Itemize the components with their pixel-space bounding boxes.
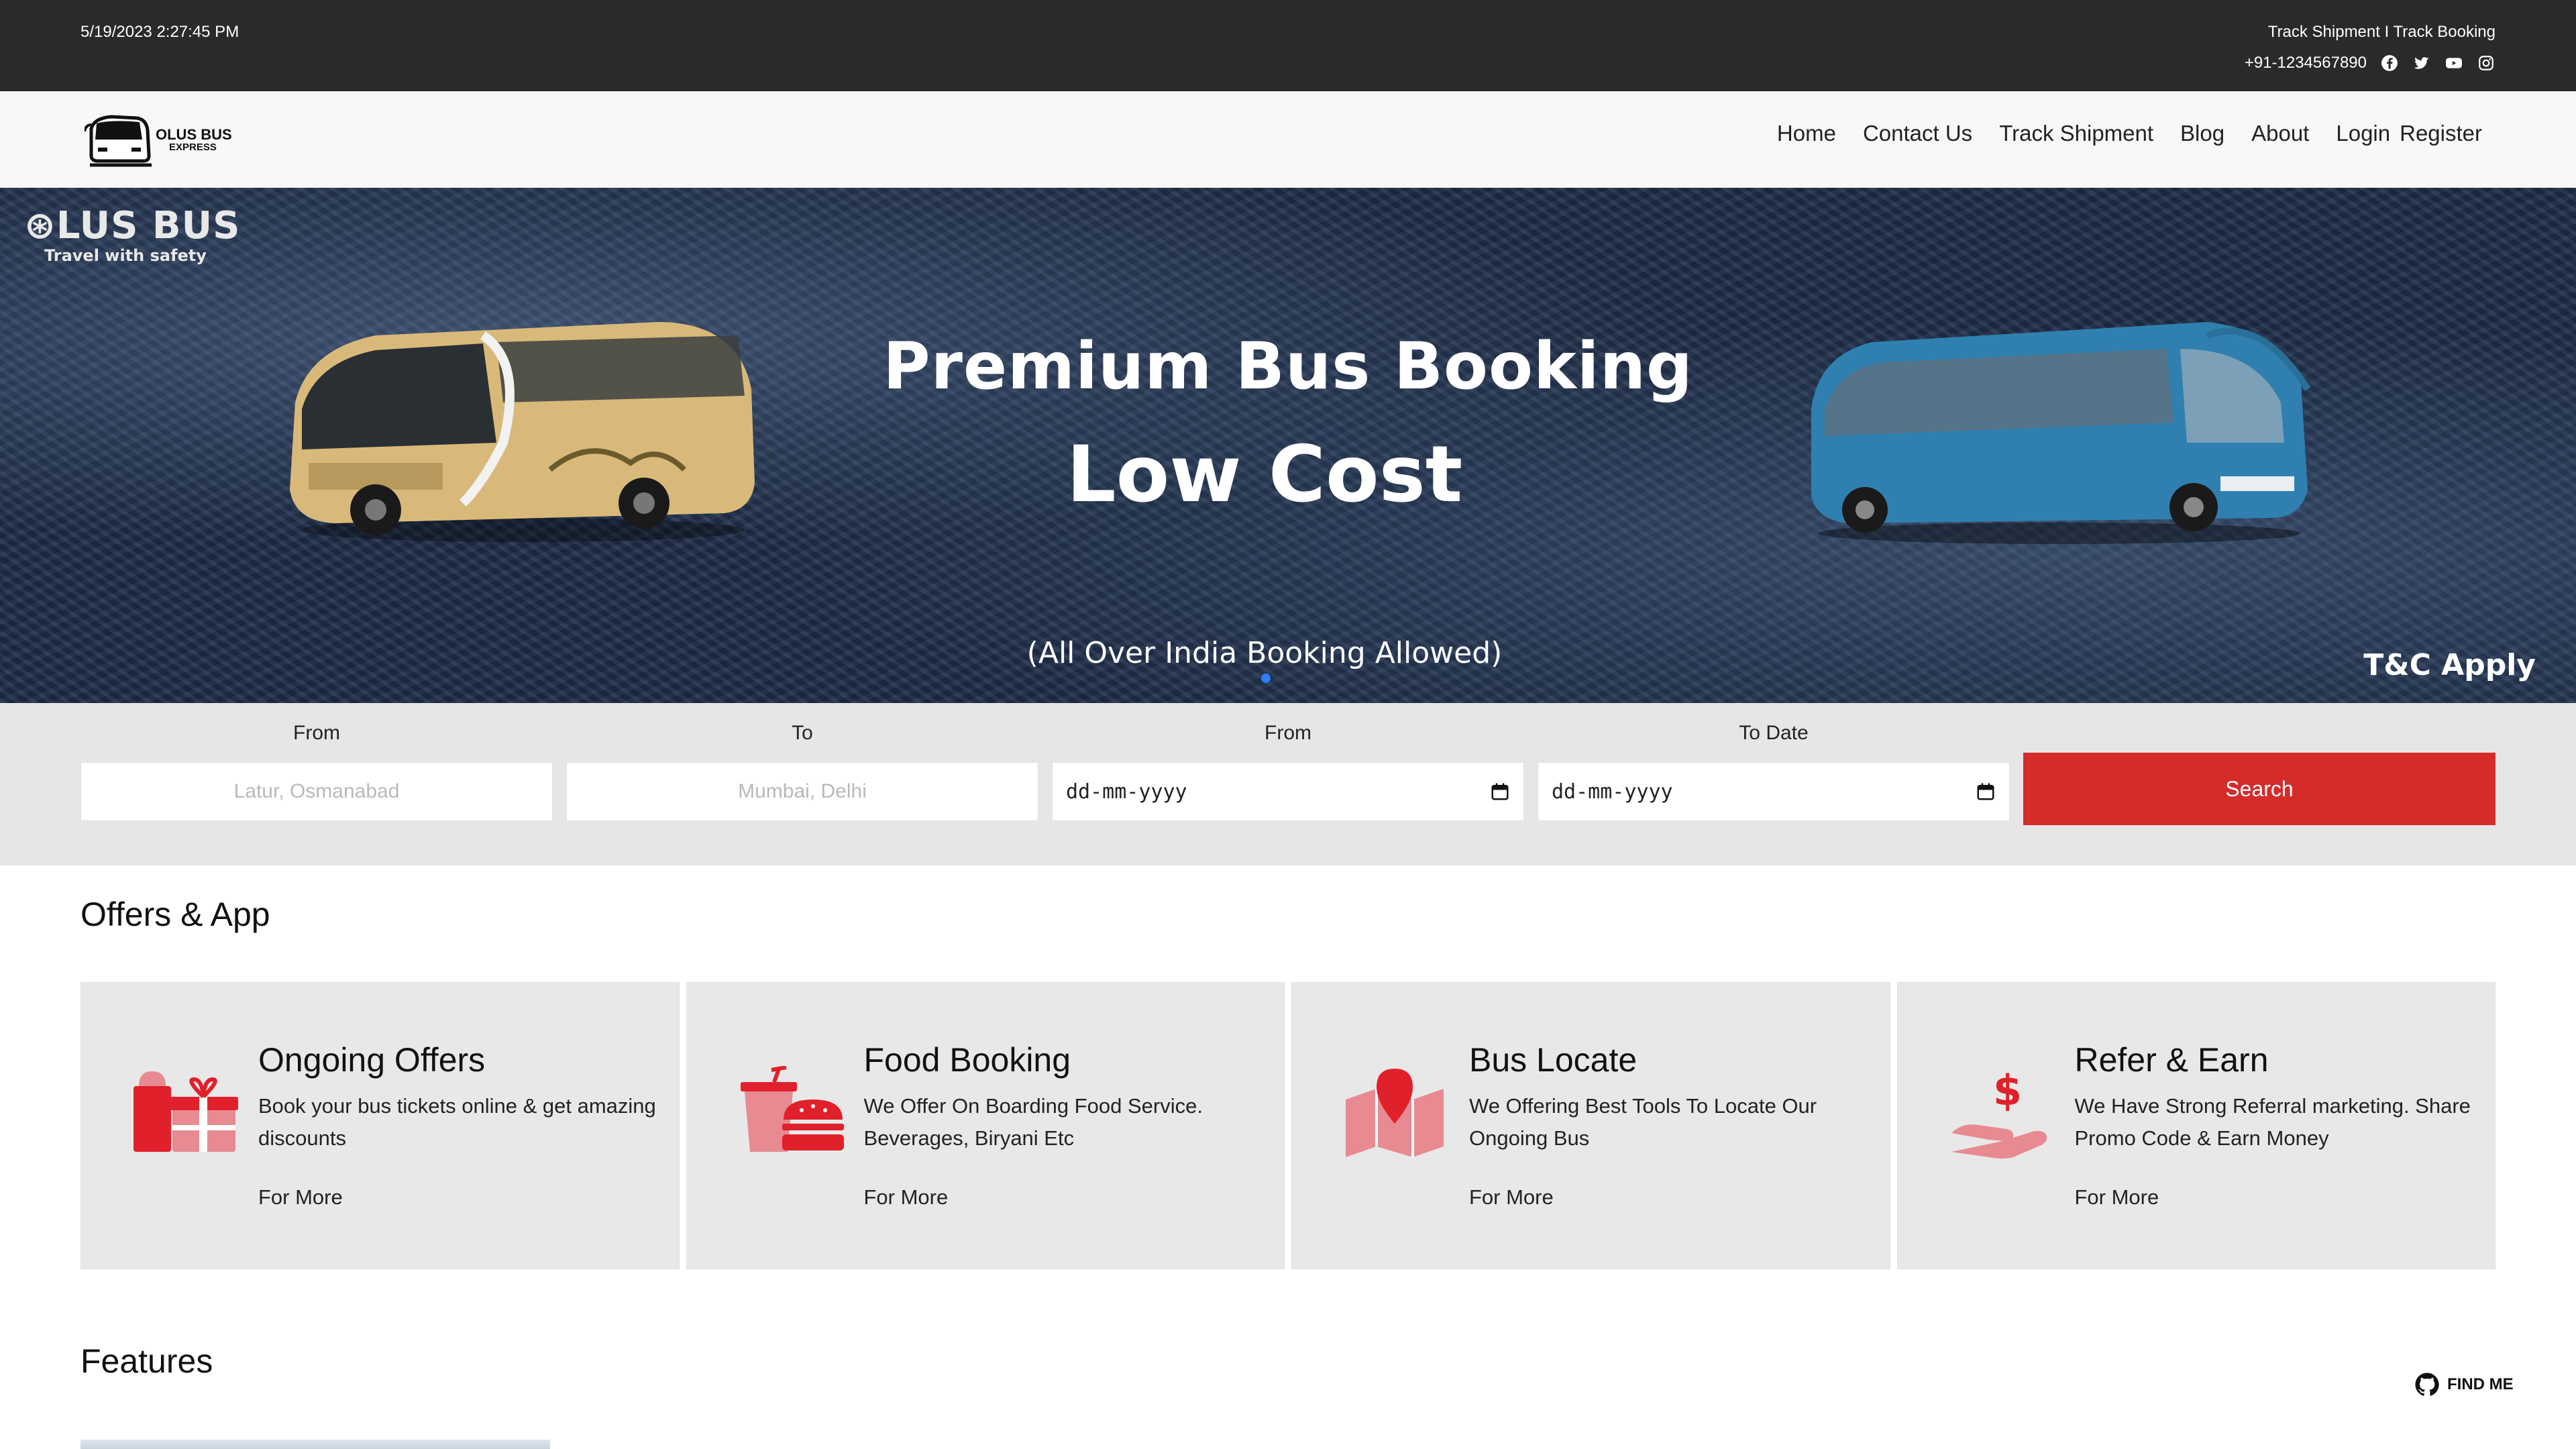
brand-name: OLUS BUS — [156, 125, 232, 143]
svg-text:$: $ — [1993, 1066, 2022, 1115]
hero-logo-tagline: Travel with safety — [44, 246, 207, 265]
github-icon — [2415, 1373, 2439, 1396]
offer-card[interactable]: Bus Locate We Offering Best Tools To Loc… — [1291, 982, 1890, 1269]
to-date-field: To Date dd-mm-yyyy — [1538, 722, 2010, 821]
dollar-hand-icon: $ — [1951, 1066, 2047, 1159]
hero-note: (All Over India Booking Allowed) — [1026, 636, 1503, 670]
search-button[interactable]: Search — [2023, 753, 2496, 825]
to-label: To — [792, 722, 813, 744]
current-datetime: 5/19/2023 2:27:45 PM — [80, 23, 239, 41]
terms-apply: T&C Apply — [2363, 648, 2536, 682]
to-input[interactable]: Mumbai, Delhi — [566, 762, 1038, 821]
facebook-icon[interactable] — [2380, 54, 2399, 72]
offer-title: Food Booking — [863, 1041, 1071, 1079]
from-date-value: dd-mm-yyyy — [1066, 780, 1187, 804]
nav-blog[interactable]: Blog — [2180, 121, 2224, 146]
offer-desc: We Offer On Boarding Food Service. Bever… — [863, 1094, 1203, 1150]
hero-title: Premium Bus Booking — [883, 329, 1693, 404]
phone-number[interactable]: +91-1234567890 — [2245, 54, 2367, 72]
from-date-field: From dd-mm-yyyy — [1052, 722, 1524, 821]
offer-title: Bus Locate — [1469, 1041, 1638, 1079]
to-date-value: dd-mm-yyyy — [1552, 780, 1673, 804]
carousel-indicator[interactable] — [1261, 674, 1271, 683]
from-input[interactable]: Latur, Osmanabad — [80, 762, 553, 821]
nav-track-shipment[interactable]: Track Shipment — [1999, 121, 2153, 146]
nav-login[interactable]: Login — [2336, 121, 2390, 146]
hero-banner[interactable]: ⊛LUS BUS Travel with safety Premium Bus … — [0, 188, 2576, 703]
instagram-icon[interactable] — [2477, 54, 2496, 72]
offer-desc: We Offering Best Tools To Locate Our Ong… — [1469, 1094, 1817, 1150]
offer-title: Ongoing Offers — [258, 1041, 486, 1079]
to-date-label: To Date — [1739, 722, 1809, 744]
brand-sub: EXPRESS — [169, 141, 217, 153]
for-more-link[interactable]: For More — [1469, 1185, 1554, 1210]
brand-logo[interactable]: OLUS BUS EXPRESS — [85, 107, 246, 172]
offer-card[interactable]: Ongoing Offers Book your bus tickets onl… — [80, 982, 680, 1269]
from-date-input[interactable]: dd-mm-yyyy — [1052, 762, 1524, 821]
offer-desc: Book your bus tickets online & get amazi… — [258, 1094, 656, 1150]
nav-home[interactable]: Home — [1777, 121, 1836, 146]
nav-contact-us[interactable]: Contact Us — [1863, 121, 1972, 146]
offer-title: Refer & Earn — [2074, 1041, 2269, 1079]
track-links[interactable]: Track Shipment I Track Booking — [2268, 23, 2496, 42]
from-date-label: From — [1265, 722, 1311, 744]
to-date-input[interactable]: dd-mm-yyyy — [1538, 762, 2010, 821]
from-label: From — [293, 722, 340, 744]
map-pin-icon — [1346, 1069, 1444, 1157]
food-icon — [740, 1066, 844, 1152]
nav-about[interactable]: About — [2251, 121, 2309, 146]
calendar-icon[interactable] — [1976, 782, 1996, 802]
offer-card[interactable]: $ Refer & Earn We Have Strong Referral m… — [1896, 982, 2496, 1269]
main-nav: Home Contact Us Track Shipment Blog Abou… — [1777, 121, 2482, 146]
from-field: From Latur, Osmanabad — [80, 722, 553, 821]
find-me-link[interactable]: FIND ME — [2414, 1371, 2514, 1398]
twitter-icon[interactable] — [2412, 54, 2431, 72]
for-more-link[interactable]: For More — [258, 1185, 343, 1210]
nav-register[interactable]: Register — [2400, 121, 2482, 146]
bus-logo-icon — [85, 115, 152, 167]
navbar: OLUS BUS EXPRESS Home Contact Us Track S… — [0, 91, 2576, 188]
offer-card[interactable]: Food Booking We Offer On Boarding Food S… — [686, 982, 1285, 1269]
offers-cards: Ongoing Offers Book your bus tickets onl… — [80, 982, 2496, 1269]
offer-desc: We Have Strong Referral marketing. Share… — [2074, 1094, 2471, 1150]
feature-image — [80, 1440, 550, 1449]
calendar-icon[interactable] — [1490, 782, 1510, 802]
offers-section-title: Offers & App — [80, 896, 270, 933]
top-bar: 5/19/2023 2:27:45 PM Track Shipment I Tr… — [0, 0, 2576, 91]
gift-icon — [133, 1071, 238, 1152]
booking-search-form: From Latur, Osmanabad To Mumbai, Delhi F… — [0, 703, 2576, 865]
youtube-icon[interactable] — [2445, 54, 2463, 72]
for-more-link[interactable]: For More — [2075, 1185, 2159, 1210]
for-more-link[interactable]: For More — [864, 1185, 949, 1210]
hero-subtitle: Low Cost — [1066, 429, 1463, 520]
features-section-title: Features — [80, 1342, 213, 1380]
to-field: To Mumbai, Delhi — [566, 722, 1038, 821]
contact-row: +91-1234567890 — [2245, 54, 2496, 72]
hero-logo: ⊛LUS BUS Travel with safety — [24, 204, 240, 265]
find-me-label: FIND ME — [2447, 1375, 2514, 1393]
hero-logo-title: ⊛LUS BUS — [24, 204, 241, 248]
